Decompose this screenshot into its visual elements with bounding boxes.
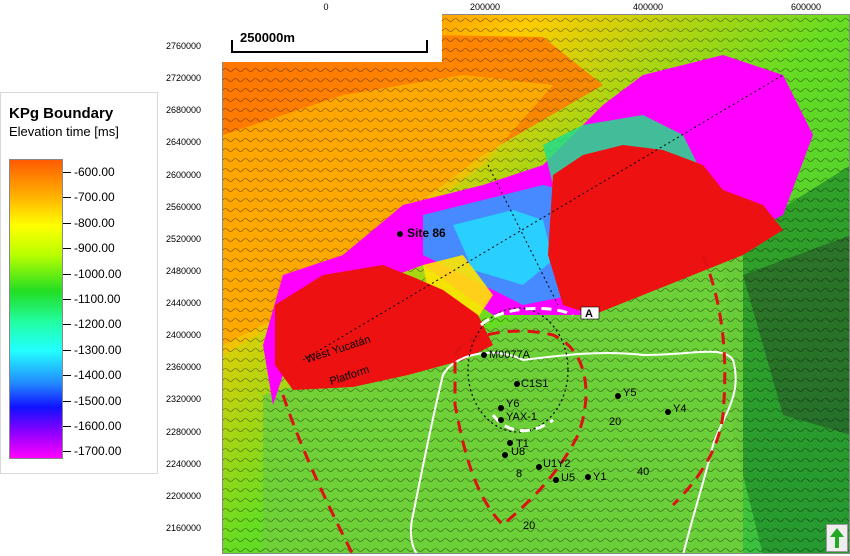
legend-tick: [63, 273, 71, 275]
y-tick-label: 2760000: [166, 41, 202, 51]
north-arrow-button[interactable]: [826, 524, 848, 552]
x-tick-label: 200000: [469, 2, 501, 12]
x-tick-label: 400000: [632, 2, 664, 12]
x-tick-label: 600000: [790, 2, 822, 12]
legend-title: KPg Boundary: [9, 105, 114, 122]
well-c1-label: C1: [521, 378, 535, 390]
x-tick-label: 0: [323, 2, 329, 12]
y-tick-label: 2200000: [166, 490, 202, 501]
well-y5-marker[interactable]: [615, 393, 621, 399]
contour-label-8: 8: [516, 468, 522, 480]
legend-tick: [63, 248, 71, 250]
well-u5-marker[interactable]: [553, 477, 559, 483]
legend-tick: [63, 324, 71, 326]
legend-label: -1000.00: [74, 266, 122, 281]
legend-label: -1200.00: [74, 317, 122, 332]
legend-tick: [63, 451, 71, 453]
well-u5-label: U5: [561, 472, 575, 484]
legend-tick: [63, 426, 71, 427]
site-86-label: Site 86: [407, 226, 446, 240]
y-tick-label: 2600000: [166, 169, 202, 180]
well-c1-marker[interactable]: [514, 381, 520, 387]
legend-label: -800.00: [74, 215, 115, 230]
well-s1-label: S1: [535, 378, 548, 390]
map-svg: A Site 86 West Yucatán Platform M0077A C…: [223, 15, 849, 553]
well-y1-label: Y1: [593, 471, 606, 483]
legend-panel: KPg Boundary Elevation time [ms] -600.00…: [0, 92, 158, 474]
legend-label: -1300.00: [74, 342, 122, 357]
north-arrow-icon: [830, 528, 844, 548]
legend-label: -1600.00: [74, 419, 122, 433]
legend-tick: [63, 400, 71, 402]
y-tick-label: 2680000: [166, 105, 202, 116]
well-m0077a-marker[interactable]: [481, 352, 487, 358]
y-tick-label: 2400000: [166, 330, 202, 341]
legend-label: -1700.00: [74, 444, 122, 459]
legend-tick: [63, 375, 71, 377]
map-canvas[interactable]: A Site 86 West Yucatán Platform M0077A C…: [222, 14, 850, 554]
y-tick-label: 2320000: [166, 394, 202, 405]
well-y6-marker[interactable]: [498, 405, 504, 411]
well-u8-marker[interactable]: [502, 452, 508, 458]
legend-tick: [63, 222, 71, 224]
well-yax1-label: YAX-1: [506, 411, 537, 423]
y-tick-label: 2440000: [166, 298, 202, 309]
profile-a-label: A: [585, 308, 593, 320]
legend-label: -700.00: [74, 190, 115, 205]
legend-label: -1100.00: [74, 292, 121, 306]
scale-bar-label: 250000m: [240, 30, 295, 45]
legend-tick: [63, 299, 71, 300]
y-tick-label: 2280000: [166, 426, 202, 437]
site-86-marker[interactable]: [397, 231, 403, 237]
contour-label-20-south: 20: [523, 520, 535, 532]
y-tick-label: 2240000: [166, 458, 202, 469]
legend-tick: [63, 349, 71, 351]
well-u8-label: U8: [511, 446, 525, 458]
legend-tick: [63, 172, 71, 173]
well-m0077a-label: M0077A: [489, 349, 531, 361]
well-y4-label: Y4: [673, 403, 686, 415]
y-tick-label: 2360000: [166, 362, 202, 373]
contour-label-20: 20: [609, 416, 621, 428]
well-y5-label: Y5: [623, 387, 636, 399]
contour-label-40: 40: [637, 466, 649, 478]
legend-label: -600.00: [74, 165, 115, 179]
legend-label: -1400.00: [74, 368, 122, 383]
y-tick-label: 2480000: [166, 265, 202, 276]
legend-label: -900.00: [74, 241, 115, 256]
well-u1-label: U1: [543, 458, 557, 470]
legend-tick: [63, 197, 71, 199]
y-tick-label: 2520000: [166, 233, 202, 244]
well-u1-marker[interactable]: [536, 464, 542, 470]
well-yax1-marker[interactable]: [498, 417, 504, 423]
x-axis: 0 200000 400000 600000: [222, 0, 850, 14]
well-y1-marker[interactable]: [585, 474, 591, 480]
legend-label: -1500.00: [74, 393, 122, 408]
well-y4-marker[interactable]: [665, 409, 671, 415]
color-scale-bar: [9, 159, 63, 459]
y-tick-label: 2720000: [166, 73, 202, 84]
well-y2-label: Y2: [557, 458, 570, 470]
well-y6-label: Y6: [506, 398, 519, 410]
y-tick-label: 2560000: [166, 201, 202, 212]
y-tick-label: 2640000: [166, 137, 202, 148]
y-axis: [164, 14, 222, 554]
y-tick-label: 2160000: [166, 522, 202, 533]
legend-subtitle: Elevation time [ms]: [9, 124, 119, 139]
